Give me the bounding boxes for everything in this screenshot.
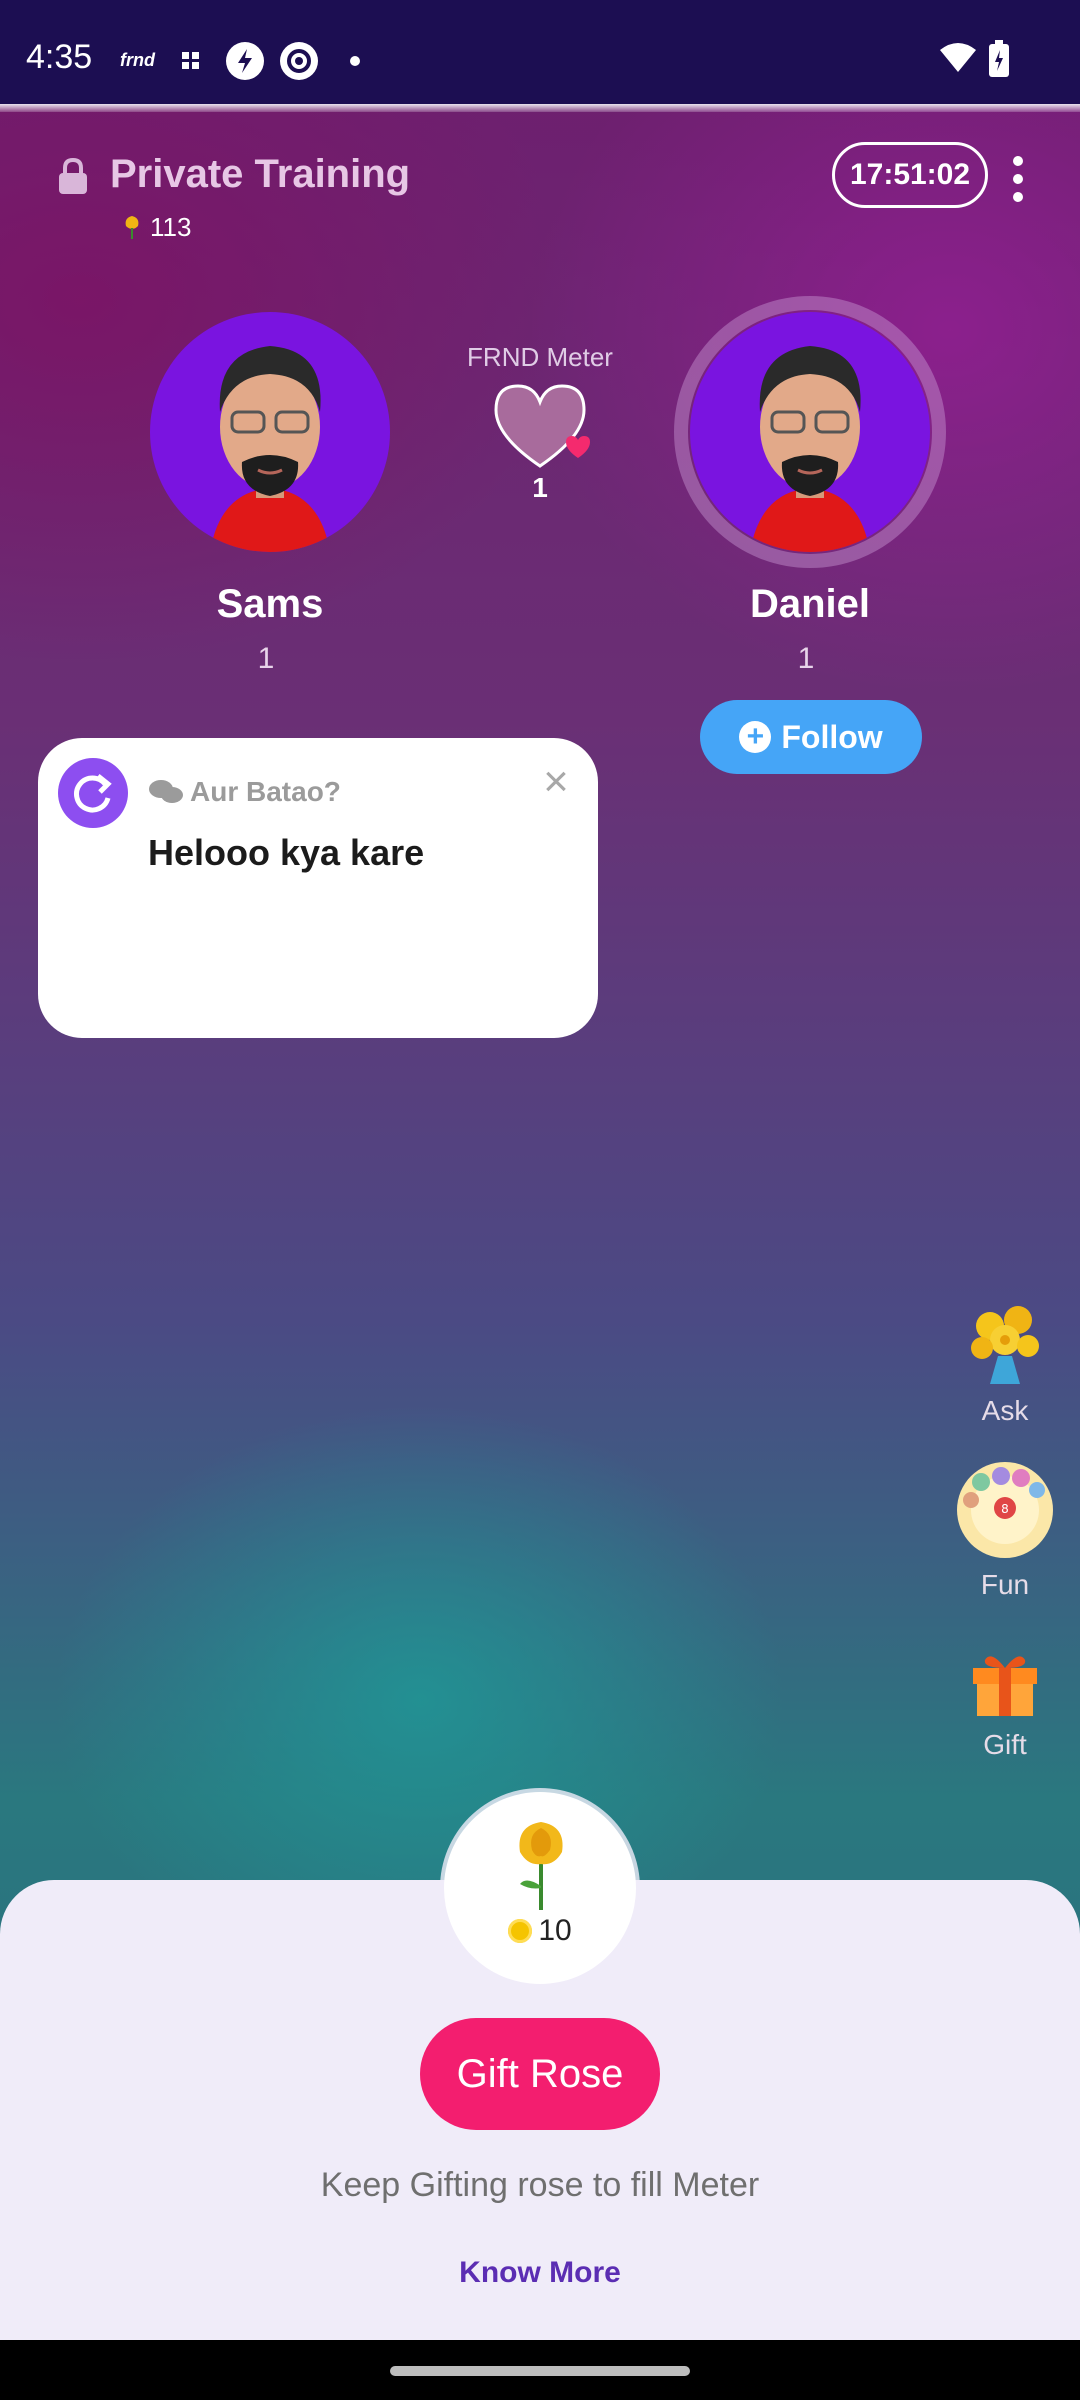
refresh-icon[interactable]: [58, 758, 128, 828]
rose-price: 10: [444, 1914, 636, 1948]
rose-count: 113: [120, 212, 191, 243]
avatar-daniel[interactable]: [690, 312, 930, 552]
lock-icon: [59, 158, 87, 194]
rose-gift-bubble[interactable]: 10: [444, 1792, 636, 1984]
user-name-sams: Sams: [216, 582, 324, 626]
fun-game-icon: 8: [957, 1462, 1053, 1558]
avatar-face-icon: [750, 346, 870, 552]
side-action-gift[interactable]: Gift: [950, 1640, 1060, 1761]
follow-button[interactable]: + Follow: [700, 700, 922, 774]
side-action-fun[interactable]: 8 Fun: [950, 1460, 1060, 1601]
prompt-label: Aur Batao?: [148, 776, 341, 808]
frnd-meter-heart-icon[interactable]: [490, 378, 600, 478]
navigation-bar: [0, 2340, 1080, 2400]
user-count-sams: 1: [257, 642, 275, 675]
more-options-icon[interactable]: [1006, 152, 1030, 202]
rose-small-icon: [125, 216, 139, 239]
follow-label: Follow: [781, 718, 883, 755]
rose-price-value: 10: [538, 1914, 572, 1947]
battery-icon: [989, 40, 1009, 77]
rose-icon: [519, 1822, 563, 1910]
status-bar: 4:35 frnd: [0, 0, 1080, 104]
divider: [0, 104, 1080, 112]
prompt-label-text: Aur Batao?: [190, 776, 341, 807]
frnd-app-icon: frnd: [120, 50, 155, 70]
side-action-ask-label: Ask: [981, 1395, 1029, 1426]
gift-hint: Keep Gifting rose to fill Meter: [320, 2166, 760, 2204]
session-timer: 17:51:02: [832, 142, 988, 208]
plus-icon: +: [739, 721, 772, 753]
side-action-gift-label: Gift: [983, 1729, 1027, 1760]
svg-text:8: 8: [1001, 1502, 1009, 1516]
user-count-daniel: 1: [797, 642, 815, 675]
room-title: Private Training: [110, 152, 411, 196]
conversation-prompt-card: Aur Batao? Helooo kya kare ×: [38, 738, 598, 1038]
user-name-daniel: Daniel: [749, 582, 871, 626]
notification-dot-icon: [350, 56, 360, 66]
sync-icon: [280, 42, 318, 80]
side-action-ask[interactable]: Ask: [950, 1296, 1060, 1427]
frnd-meter-value: 1: [532, 472, 548, 503]
status-time: 4:35: [26, 38, 93, 76]
gift-rose-button[interactable]: Gift Rose: [420, 2018, 660, 2130]
rose-count-value: 113: [150, 212, 192, 242]
wifi-icon: [940, 43, 976, 72]
avatar-sams[interactable]: [150, 312, 390, 552]
grid-icon: [182, 52, 199, 69]
home-gesture-handle[interactable]: [390, 2366, 690, 2376]
lightning-icon: [226, 42, 264, 80]
gift-icon: [973, 1656, 1037, 1716]
side-action-fun-label: Fun: [980, 1569, 1030, 1600]
frnd-meter-label: FRND Meter: [467, 342, 613, 372]
avatar-face-icon: [210, 346, 330, 552]
know-more-link[interactable]: Know More: [0, 2256, 1080, 2290]
prompt-message: Helooo kya kare: [148, 832, 425, 873]
coin-icon: [508, 1919, 533, 1943]
close-icon[interactable]: ×: [536, 760, 576, 804]
bouquet-icon: [971, 1306, 1039, 1384]
chat-bubbles-icon: [149, 780, 183, 803]
